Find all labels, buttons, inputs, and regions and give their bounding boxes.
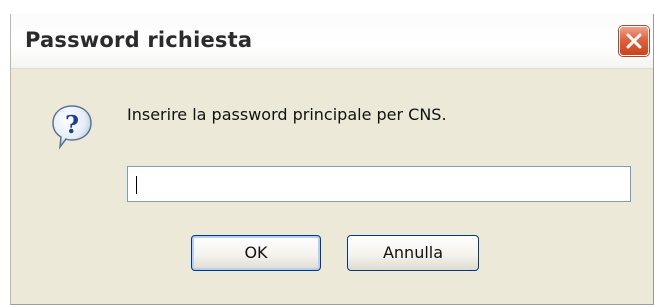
cancel-button[interactable]: Annulla [347, 235, 479, 271]
svg-text:?: ? [65, 110, 79, 139]
password-input[interactable] [127, 166, 631, 202]
dialog-title: Password richiesta [25, 28, 253, 52]
password-dialog: Password richiesta ? Inserire la passwor… [10, 14, 654, 305]
prompt-message: Inserire la password principale per CNS. [127, 105, 447, 124]
title-bar[interactable]: Password richiesta [11, 14, 653, 69]
text-caret [136, 176, 137, 194]
help-question-icon: ? [52, 105, 92, 150]
ok-button[interactable]: OK [191, 235, 321, 271]
close-icon [626, 33, 642, 49]
close-button[interactable] [619, 26, 649, 56]
